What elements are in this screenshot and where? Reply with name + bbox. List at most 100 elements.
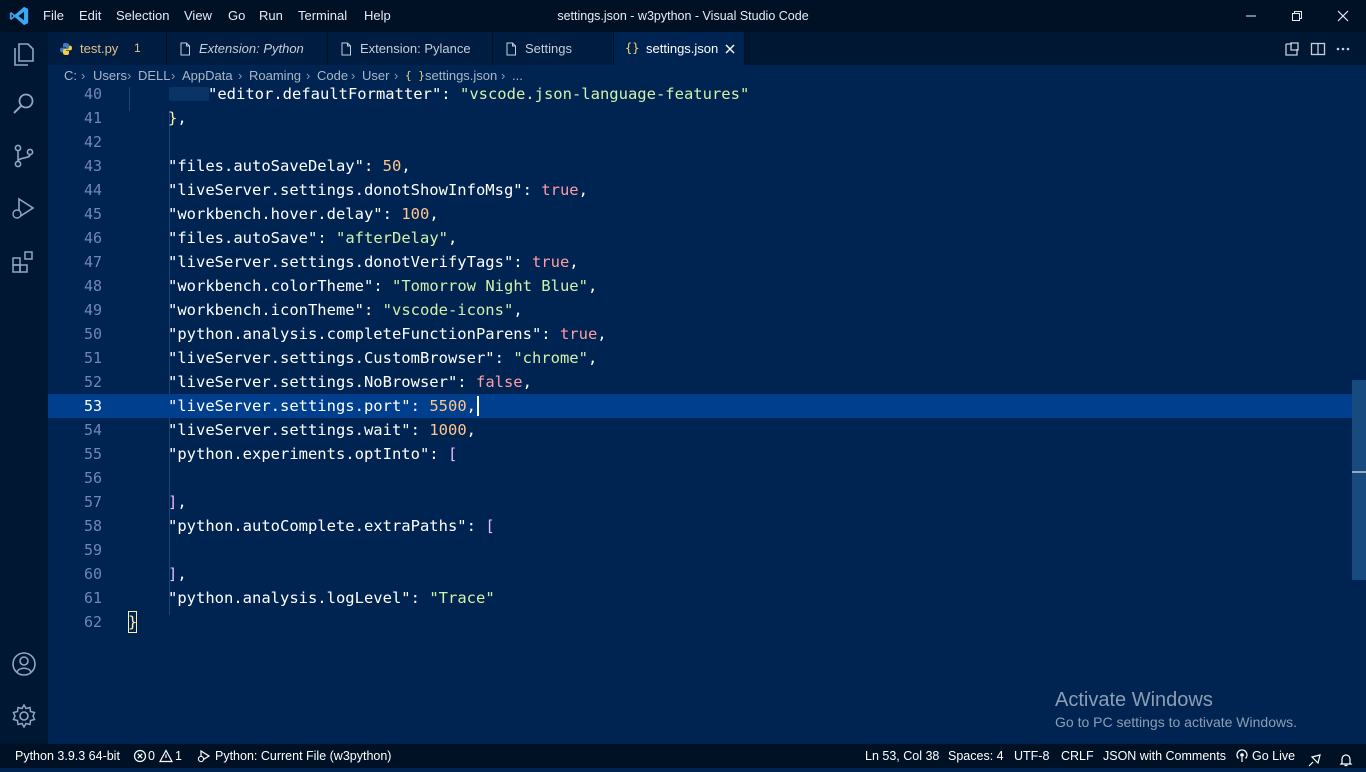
breadcrumb-item[interactable]: Users <box>93 65 127 87</box>
code-text: "liveServer.settings.donotVerifyTags": t… <box>168 253 579 271</box>
line-number: 55 <box>83 445 102 463</box>
close-tab-icon[interactable] <box>724 43 736 55</box>
chevron-right-icon: › <box>306 68 311 83</box>
chevron-right-icon: › <box>394 68 399 83</box>
code-line[interactable]: 55 "python.experiments.optInto": [ <box>48 442 1352 466</box>
code-line[interactable]: 44 "liveServer.settings.donotShowInfoMsg"… <box>48 178 1352 202</box>
breadcrumb-item[interactable]: Roaming <box>249 65 301 87</box>
line-number: 45 <box>83 205 102 223</box>
status-bar: Python 3.9.3 64-bit 0 1 Python: Current … <box>0 744 1366 768</box>
code-line[interactable]: 57], <box>48 490 1352 514</box>
minimize-button[interactable] <box>1228 0 1274 32</box>
line-number: 48 <box>83 277 102 295</box>
run-debug-icon[interactable] <box>8 192 40 224</box>
problems-indicator[interactable]: 0 1 <box>130 744 186 768</box>
code-line[interactable]: 40 "editor.defaultFormatter": "vscode.jso… <box>48 87 1352 106</box>
breadcrumb-item[interactable]: DELL <box>138 65 171 87</box>
account-icon[interactable] <box>8 648 40 680</box>
code-line[interactable]: 59 <box>48 538 1352 562</box>
code-text: ], <box>168 565 187 583</box>
chevron-right-icon: › <box>351 68 356 83</box>
line-number: 53 <box>83 397 102 415</box>
tab-settings-json[interactable]: {} settings.json <box>614 32 745 65</box>
explorer-icon[interactable] <box>8 38 40 70</box>
go-live-button[interactable]: Go Live <box>1235 744 1297 768</box>
python-icon <box>60 43 72 55</box>
more-actions-icon[interactable] <box>1334 40 1352 58</box>
breadcrumb-item[interactable]: User <box>362 65 389 87</box>
error-icon <box>133 749 147 763</box>
line-number: 62 <box>83 613 102 631</box>
scrollbar-thumb[interactable] <box>1352 380 1366 580</box>
document-icon <box>506 42 516 56</box>
split-editor-icon[interactable] <box>1309 40 1327 58</box>
code-line[interactable]: 46 "files.autoSave": "afterDelay", <box>48 226 1352 250</box>
breadcrumb-item[interactable]: AppData <box>182 65 233 87</box>
code-editor[interactable]: 40 "editor.defaultFormatter": "vscode.jso… <box>48 87 1352 744</box>
line-number: 52 <box>83 373 102 391</box>
breadcrumb-item[interactable]: Code <box>317 65 348 87</box>
menu-selection[interactable]: Selection <box>109 0 176 32</box>
code-text: "python.experiments.optInto": [ <box>168 445 458 463</box>
end-of-line[interactable]: CRLF <box>1061 744 1094 768</box>
vertical-scrollbar[interactable] <box>1352 87 1366 744</box>
menu-file[interactable]: File <box>36 0 71 32</box>
code-line[interactable]: 52 "liveServer.settings.NoBrowser": false… <box>48 370 1352 394</box>
minimize-icon <box>1246 15 1256 17</box>
notifications-bell-icon[interactable] <box>1338 748 1354 772</box>
code-line[interactable]: 60], <box>48 562 1352 586</box>
close-window-button[interactable] <box>1320 0 1366 32</box>
code-line[interactable]: 54 "liveServer.settings.wait": 1000, <box>48 418 1352 442</box>
menu-terminal[interactable]: Terminal <box>291 0 354 32</box>
code-line[interactable]: 47 "liveServer.settings.donotVerifyTags":… <box>48 250 1352 274</box>
code-line[interactable]: 45 "workbench.hover.delay": 100, <box>48 202 1352 226</box>
cursor-position[interactable]: Ln 53, Col 38 <box>865 744 939 768</box>
code-line[interactable]: 58 "python.autoComplete.extraPaths": [ <box>48 514 1352 538</box>
menu-edit[interactable]: Edit <box>72 0 108 32</box>
breadcrumb-item[interactable]: settings.json <box>425 65 497 87</box>
manage-gear-icon[interactable] <box>8 700 40 732</box>
open-settings-ui-icon[interactable] <box>1283 40 1301 58</box>
line-number: 54 <box>83 421 102 439</box>
code-line[interactable]: 62} <box>48 610 1352 634</box>
menu-run[interactable]: Run <box>252 0 290 32</box>
code-line[interactable]: 51 "liveServer.settings.CustomBrowser": "… <box>48 346 1352 370</box>
search-icon[interactable] <box>8 88 40 120</box>
code-line[interactable]: 48 "workbench.colorTheme": "Tomorrow Nigh… <box>48 274 1352 298</box>
run-config-label: Python: Current File (w3python) <box>215 749 392 763</box>
tab-test-py[interactable]: test.py 1 <box>48 32 167 65</box>
tab-settings[interactable]: Settings <box>493 32 614 65</box>
code-line[interactable]: 49 "workbench.iconTheme": "vscode-icons", <box>48 298 1352 322</box>
language-mode[interactable]: JSON with Comments <box>1103 744 1226 768</box>
menu-go[interactable]: Go <box>221 0 252 32</box>
code-line[interactable]: 43 "files.autoSaveDelay": 50, <box>48 154 1352 178</box>
tab-extension-python[interactable]: Extension: Python <box>167 32 328 65</box>
code-line[interactable]: 56 <box>48 466 1352 490</box>
menu-help[interactable]: Help <box>357 0 398 32</box>
extensions-icon[interactable] <box>8 246 40 278</box>
line-number: 61 <box>83 589 102 607</box>
indentation[interactable]: Spaces: 4 <box>948 744 1004 768</box>
run-configuration[interactable]: Python: Current File (w3python) <box>197 744 397 768</box>
tab-extension-pylance[interactable]: Extension: Pylance <box>328 32 493 65</box>
source-control-icon[interactable] <box>8 140 40 172</box>
menu-view[interactable]: View <box>177 0 219 32</box>
breadcrumb-item[interactable]: C: <box>64 65 77 87</box>
activate-windows-subtitle: Go to PC settings to activate Windows. <box>1055 714 1297 730</box>
code-line[interactable]: 42 <box>48 130 1352 154</box>
code-line[interactable]: 41}, <box>48 106 1352 130</box>
editor-tabs: test.py 1 Extension: Python Extension: P… <box>48 32 1366 65</box>
code-line[interactable]: 61 "python.analysis.logLevel": "Trace" <box>48 586 1352 610</box>
breadcrumb-item[interactable]: ... <box>512 65 523 87</box>
python-interpreter[interactable]: Python 3.9.3 64-bit <box>15 744 120 768</box>
code-text: "workbench.iconTheme": "vscode-icons", <box>168 301 523 319</box>
restore-button[interactable] <box>1274 0 1320 32</box>
line-number: 49 <box>83 301 102 319</box>
code-text: "workbench.hover.delay": 100, <box>168 205 439 223</box>
code-line[interactable]: 53 "liveServer.settings.port": 5500, <box>48 394 1352 418</box>
feedback-icon[interactable] <box>1307 748 1323 772</box>
warning-icon <box>159 749 173 763</box>
file-encoding[interactable]: UTF-8 <box>1014 744 1049 768</box>
code-line[interactable]: 50 "python.analysis.completeFunctionParen… <box>48 322 1352 346</box>
document-icon <box>180 42 190 56</box>
